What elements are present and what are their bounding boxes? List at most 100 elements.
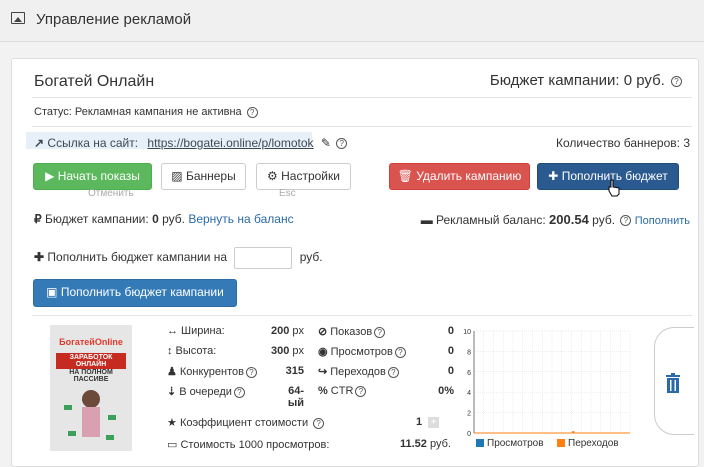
stat-label: CTR [330, 385, 354, 397]
y-tick-label: 10 [463, 329, 471, 336]
width-icon: ↔ [167, 325, 178, 337]
coef-value-wrap: 1 + [416, 416, 440, 428]
stat-label: Конкурентов [179, 366, 244, 378]
thumb-line2: НА ПОЛНОМ ПАССИВЕ [69, 369, 113, 383]
settings-button[interactable]: ⚙ Настройки [256, 163, 351, 190]
start-button[interactable]: ▶ Начать показы [33, 163, 152, 190]
stat-value-wrap: 64-ый [282, 385, 304, 409]
y-tick-label: 2 [467, 411, 471, 418]
stat-label: В очереди [179, 386, 232, 398]
stat-value: 200 [271, 325, 290, 337]
stat-value-wrap: 0 [414, 345, 454, 357]
tooltip-overlay [26, 132, 312, 149]
help-icon[interactable]: ? [313, 417, 325, 429]
help-icon[interactable]: ? [671, 75, 682, 87]
percent-icon: % [318, 385, 328, 397]
ad-balance-label: Рекламный баланс: [436, 213, 546, 227]
legend-swatch [476, 439, 484, 448]
help-icon[interactable]: ? [233, 386, 245, 398]
wallet-icon: ▣ [46, 285, 58, 299]
legend-swatch [557, 439, 565, 448]
card-icon: ▬ [420, 213, 433, 227]
stat-value: 315 [285, 365, 304, 377]
banners-button-label: Баннеры [185, 169, 236, 183]
return-to-balance-link[interactable]: Вернуть на баланс [188, 212, 293, 226]
y-tick-label: 4 [467, 390, 471, 397]
help-icon[interactable]: ? [620, 215, 632, 227]
topup-campaign-row: ✚ Пополнить бюджет кампании на руб. [34, 247, 323, 269]
delete-button-label: Удалить кампанию [416, 169, 522, 183]
stat-value-wrap: 0 [414, 365, 454, 377]
budget-unit: руб. [162, 212, 185, 226]
settings-button-label: Настройки [281, 169, 340, 183]
plus-icon: ✚ [548, 169, 559, 183]
legend-clicks: Переходов [557, 438, 619, 449]
stat-value-wrap: 0% [414, 385, 454, 397]
topup-campaign-button-label: Пополнить бюджет кампании [60, 285, 224, 299]
stat-row: ⊘ Показов? [318, 325, 386, 338]
stat-row: ◉ Просмотров? [318, 345, 406, 358]
pencil-icon[interactable]: ✎ [321, 136, 331, 150]
page-title: Управление рекламой [36, 11, 192, 28]
stat-value-wrap: 0 [414, 325, 454, 337]
stat-value-wrap: 315 [282, 365, 304, 377]
topup-campaign-button[interactable]: ▣ Пополнить бюджет кампании [33, 279, 237, 307]
banner-actions [654, 327, 694, 435]
y-tick-label: 8 [467, 349, 471, 356]
campaign-budget-header: Бюджет кампании: 0 руб. ? [490, 72, 682, 89]
cost-label: Стоимость 1000 просмотров: [180, 439, 330, 451]
help-icon[interactable]: ? [355, 385, 367, 397]
legend-label: Просмотров [487, 438, 544, 449]
trash-icon[interactable] [665, 373, 681, 393]
trash-icon: 🗑 [397, 169, 413, 183]
stat-label: Просмотров [330, 346, 393, 358]
cancel-hint: Отменить [88, 188, 134, 199]
banners-button[interactable]: ▨ Баннеры [161, 163, 246, 190]
hand-cursor-icon [608, 179, 620, 197]
topup-balance-link[interactable]: Пополнить [635, 215, 690, 227]
banner-thumbnail[interactable]: БогатейOnline ЗАРАБОТОК ОНЛАЙН НА ПОЛНОМ… [50, 325, 132, 451]
coef-row: ★ Коэффициент стоимости ? [167, 416, 325, 429]
coef-plus-icon[interactable]: + [428, 417, 440, 428]
ad-balance-unit: руб. [592, 213, 616, 227]
eye-slash-icon: ⊘ [318, 326, 328, 338]
queue-icon: ⇣ [167, 386, 177, 398]
gear-icon: ⚙ [267, 169, 278, 183]
banners-count: Количество баннеров: 3 [555, 136, 690, 150]
height-icon: ↕ [167, 345, 173, 357]
topup-amount-input[interactable] [234, 247, 293, 269]
help-icon[interactable]: ? [246, 106, 258, 118]
stat-value: 0 [447, 325, 454, 337]
thumb-illustration [64, 390, 116, 440]
competitors-icon: ♟ [167, 366, 177, 378]
coef-value: 1 [416, 416, 423, 428]
play-icon: ▶ [45, 169, 55, 183]
help-icon[interactable]: ? [394, 346, 406, 358]
help-icon[interactable]: ? [374, 326, 386, 338]
stat-label: Высота: [175, 345, 217, 357]
page-header: Управление рекламой [0, 0, 704, 42]
stat-label: Переходов [330, 366, 386, 378]
topup-label: Пополнить бюджет кампании на [47, 250, 228, 265]
help-icon[interactable]: ? [387, 366, 399, 378]
stat-label: Показов [330, 326, 373, 338]
stat-value: 300 [271, 345, 290, 357]
stat-row: ♟ Конкурентов? [167, 365, 257, 378]
ruble-icon: ₽ [34, 212, 42, 226]
thumb-line1: ЗАРАБОТОК ОНЛАЙН [56, 353, 126, 369]
ad-balance-row: ▬ Рекламный баланс: 200.54 руб. ? Пополн… [421, 212, 690, 227]
eye-icon: ◉ [318, 346, 328, 358]
image-icon: ▨ [171, 169, 183, 183]
help-icon[interactable]: ? [336, 138, 348, 150]
campaign-status: Статус: Рекламная кампания не активна ? [34, 106, 258, 118]
delete-campaign-button[interactable]: 🗑 Удалить кампанию [389, 163, 530, 190]
coef-label: Коэффициент стоимости [179, 417, 309, 429]
image-icon [11, 12, 25, 24]
thumb-logo: БогатейOnline [59, 337, 123, 347]
ad-balance-value: 200.54 [549, 212, 589, 227]
share-icon: ↪ [318, 366, 328, 378]
start-button-label: Начать показы [57, 169, 140, 183]
esc-hint: Esc [279, 188, 296, 199]
stat-unit: px [292, 325, 304, 337]
help-icon[interactable]: ? [245, 366, 257, 378]
